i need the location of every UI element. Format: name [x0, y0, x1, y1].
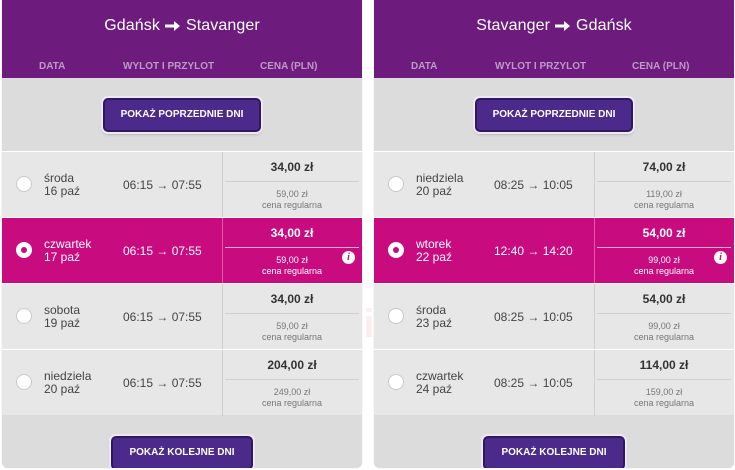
regular-price: 249,00 zł: [273, 387, 311, 397]
regular-price: 59,00 zł: [276, 255, 308, 265]
flight-row[interactable]: czwartek 24 paź 08:25 → 10:05 114,00 zł 1…: [374, 349, 734, 416]
show-next-days-button[interactable]: POKAŻ KOLEJNE DNI: [483, 435, 625, 468]
price-cell: 34,00 zł 59,00 zł cena regularna: [222, 284, 361, 350]
regular-price: 59,00 zł: [276, 321, 308, 331]
price-cell: 54,00 zł 99,00 zł cena regularna: [594, 284, 733, 350]
arrow-right-icon: [555, 20, 571, 32]
price-cell: 114,00 zł 159,00 zł cena regularna: [594, 350, 733, 416]
regular-price: 99,00 zł: [648, 321, 680, 331]
flight-times: 06:15 → 07:55: [123, 178, 202, 192]
info-icon[interactable]: i: [714, 251, 727, 264]
regular-price-label: cena regularna: [633, 200, 695, 210]
price-cell: 204,00 zł 249,00 zł cena regularna: [222, 350, 361, 416]
flight-radio[interactable]: [16, 176, 32, 192]
destination-city: Gdańsk: [576, 17, 632, 34]
fare-price: 34,00 zł: [270, 226, 314, 240]
arrow-right-icon: [164, 20, 181, 32]
flight-date: czwartek 24 paź: [416, 369, 464, 396]
origin-city: Gdańsk: [104, 17, 160, 34]
regular-price-label: cena regularna: [633, 398, 695, 408]
flight-row[interactable]: środa 16 paź 06:15 → 07:55 34,00 zł 59,00…: [2, 151, 362, 218]
flight-radio-checked[interactable]: [16, 242, 32, 258]
flight-row[interactable]: niedziela 20 paź 08:25 → 10:05 74,00 zł 1…: [374, 151, 734, 218]
flight-times: 06:15 → 07:55: [123, 310, 202, 324]
column-headers: DATA WYLOT I PRZYLOT CENA (PLN): [2, 52, 362, 78]
regular-price-label: cena regularna: [633, 266, 695, 276]
price-cell: 34,00 zł 59,00 zł cena regularna: [222, 152, 361, 218]
fare-price: 54,00 zł: [642, 226, 686, 240]
flight-times: 12:40 → 14:20: [494, 244, 573, 258]
regular-price-label: cena regularna: [261, 266, 323, 276]
column-flight: WYLOT I PRZYLOT: [123, 61, 215, 72]
fare-price: 34,00 zł: [270, 160, 314, 174]
price-cell: 74,00 zł 119,00 zł cena regularna: [594, 152, 733, 218]
price-cell: 54,00 zł 99,00 zł cena regularna i: [594, 218, 733, 284]
flight-date: sobota 19 paź: [44, 303, 81, 330]
regular-price: 159,00 zł: [645, 387, 683, 397]
regular-price: 119,00 zł: [646, 189, 682, 199]
column-price: CENA (PLN): [632, 61, 690, 72]
price-cell: 34,00 zł 59,00 zł cena regularna i: [222, 218, 361, 284]
flight-times: 08:25 → 10:05: [494, 376, 573, 390]
flight-times: 06:15 → 07:55: [123, 244, 202, 258]
flight-radio[interactable]: [388, 374, 404, 390]
flight-radio[interactable]: [16, 374, 32, 390]
column-date: DATA: [411, 61, 438, 72]
flight-row-selected[interactable]: wtorek 22 paź 12:40 → 14:20 54,00 zł 99,0…: [374, 217, 734, 284]
flight-date: środa 23 paź: [416, 303, 453, 330]
column-flight: WYLOT I PRZYLOT: [495, 61, 587, 72]
flight-row[interactable]: sobota 19 paź 06:15 → 07:55 34,00 zł 59,0…: [2, 283, 362, 350]
column-price: CENA (PLN): [260, 61, 318, 72]
fare-price: 204,00 zł: [267, 358, 317, 372]
flight-row[interactable]: niedziela 20 paź 06:15 → 07:55 204,00 zł …: [2, 349, 362, 416]
fare-price: 34,00 zł: [270, 292, 314, 306]
info-icon[interactable]: i: [342, 251, 355, 264]
regular-price-label: cena regularna: [261, 398, 323, 408]
fare-price: 54,00 zł: [642, 292, 686, 306]
flight-date: wtorek 22 paź: [416, 237, 453, 264]
flight-date: niedziela 20 paź: [44, 369, 92, 396]
regular-price-label: cena regularna: [633, 332, 695, 342]
show-previous-days-button[interactable]: POKAŻ POPRZEDNIE DNI: [102, 97, 262, 132]
regular-price-label: cena regularna: [261, 332, 323, 342]
return-panel: Stavanger Gdańsk DATA WYLOT I PRZYLOT CE…: [374, 0, 734, 468]
column-date: DATA: [39, 61, 66, 72]
show-previous-days-button[interactable]: POKAŻ POPRZEDNIE DNI: [474, 97, 634, 132]
show-next-days-button[interactable]: POKAŻ KOLEJNE DNI: [111, 435, 253, 468]
regular-price-label: cena regularna: [261, 200, 323, 210]
regular-price: 59,00 zł: [276, 189, 308, 199]
flight-radio-checked[interactable]: [388, 242, 404, 258]
flight-radio[interactable]: [388, 308, 404, 324]
flight-date: niedziela 20 paź: [416, 171, 464, 198]
regular-price: 99,00 zł: [648, 255, 680, 265]
route-header: Stavanger Gdańsk: [374, 0, 734, 52]
flight-times: 08:25 → 10:05: [494, 178, 573, 192]
flight-date: środa 16 paź: [44, 171, 81, 198]
route-header: Gdańsk Stavanger: [2, 0, 362, 52]
flight-row-selected[interactable]: czwartek 17 paź 06:15 → 07:55 34,00 zł 59…: [2, 217, 362, 284]
column-headers: DATA WYLOT I PRZYLOT CENA (PLN): [374, 52, 734, 78]
outbound-panel: Gdańsk Stavanger DATA WYLOT I PRZYLOT CE…: [2, 0, 362, 468]
flight-times: 08:25 → 10:05: [494, 310, 573, 324]
flight-date: czwartek 17 paź: [44, 237, 92, 264]
flight-radio[interactable]: [16, 308, 32, 324]
origin-city: Stavanger: [476, 17, 551, 34]
fare-price: 114,00 zł: [639, 358, 689, 372]
destination-city: Stavanger: [185, 17, 260, 34]
fare-price: 74,00 zł: [642, 160, 686, 174]
flight-times: 06:15 → 07:55: [123, 376, 202, 390]
flight-row[interactable]: środa 23 paź 08:25 → 10:05 54,00 zł 99,00…: [374, 283, 734, 350]
flight-radio[interactable]: [388, 176, 404, 192]
